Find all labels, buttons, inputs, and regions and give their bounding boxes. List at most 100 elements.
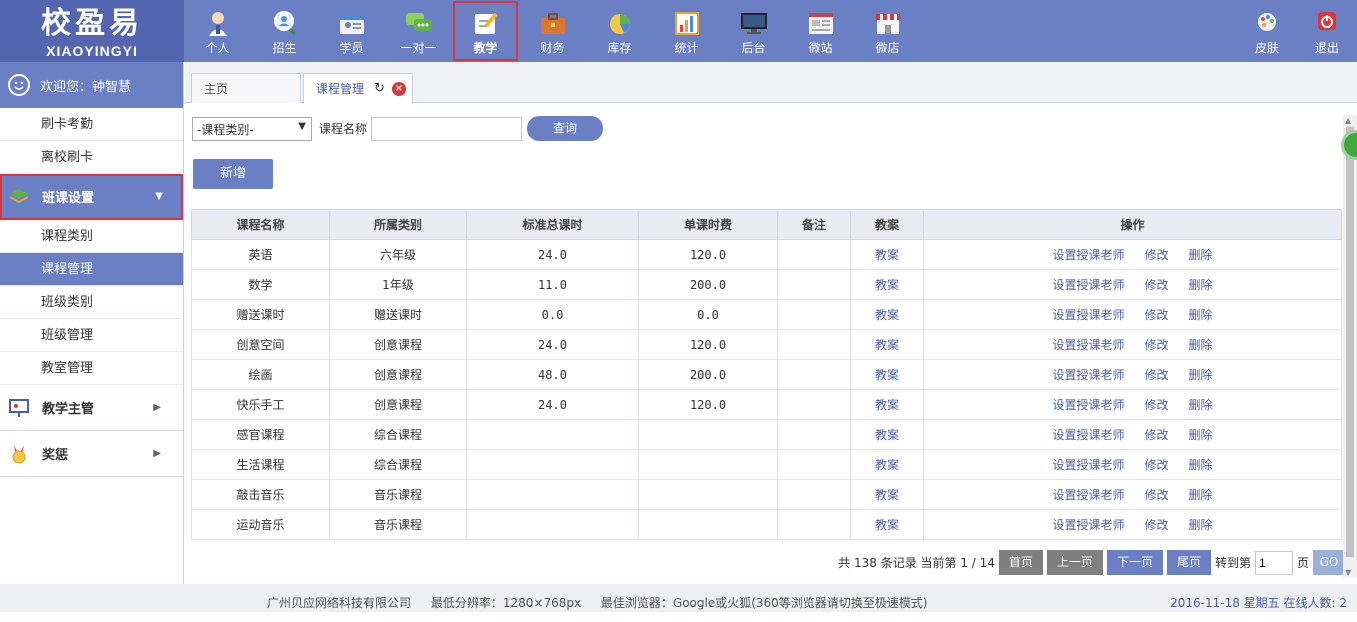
cell-operations: 设置授课老师 修改 删除: [923, 239, 1342, 270]
tab-home[interactable]: 主页: [191, 73, 301, 103]
footer-resolution: 最低分辨率：1280×768px: [430, 596, 582, 610]
lesson-plan-link[interactable]: 教案: [875, 458, 899, 472]
cell-total-hours: [466, 509, 639, 540]
tab-course-management[interactable]: 课程管理 ↻ ×: [303, 73, 413, 104]
smiley-icon: [8, 74, 30, 96]
set-teacher-link[interactable]: 设置授课老师: [1052, 338, 1124, 352]
nav-item-inventory[interactable]: 库存: [586, 0, 653, 62]
table-header-row: 课程名称 所属类别 标准总课时 单课时费 备注 教案 操作: [191, 209, 1342, 240]
set-teacher-link[interactable]: 设置授课老师: [1052, 368, 1124, 382]
sidebar-item-leave-card[interactable]: 离校刷卡: [0, 141, 183, 174]
set-teacher-link[interactable]: 设置授课老师: [1052, 458, 1124, 472]
delete-link[interactable]: 删除: [1189, 278, 1213, 292]
sidebar-item-course-category[interactable]: 课程类别: [0, 220, 183, 253]
delete-link[interactable]: 删除: [1189, 338, 1213, 352]
cell-lesson-plan: 教案: [850, 419, 924, 450]
set-teacher-link[interactable]: 设置授课老师: [1052, 398, 1124, 412]
nav-item-teaching[interactable]: 教学: [452, 0, 519, 62]
nav-item-finance[interactable]: 财务: [519, 0, 586, 62]
delete-link[interactable]: 删除: [1189, 398, 1213, 412]
edit-link[interactable]: 修改: [1144, 278, 1168, 292]
set-teacher-link[interactable]: 设置授课老师: [1052, 428, 1124, 442]
delete-link[interactable]: 删除: [1189, 308, 1213, 322]
palette-icon: [1258, 13, 1276, 31]
edit-link[interactable]: 修改: [1144, 488, 1168, 502]
scroll-up-icon[interactable]: ▲: [1345, 116, 1351, 125]
nav-item-backend[interactable]: 后台: [720, 0, 787, 62]
cell-course-name: 敲击音乐: [191, 479, 330, 510]
delete-link[interactable]: 删除: [1189, 368, 1213, 382]
delete-link[interactable]: 删除: [1189, 518, 1213, 532]
nav-item-one-on-one[interactable]: 一对一: [385, 0, 452, 62]
nav-label: 微站: [808, 41, 833, 55]
nav-item-statistics[interactable]: 统计: [653, 0, 720, 62]
first-page-button[interactable]: 首页: [998, 550, 1043, 575]
nav-item-students[interactable]: 学员: [318, 0, 385, 62]
set-teacher-link[interactable]: 设置授课老师: [1052, 518, 1124, 532]
delete-link[interactable]: 删除: [1189, 428, 1213, 442]
logout-button[interactable]: 退出: [1297, 0, 1357, 62]
lesson-plan-link[interactable]: 教案: [875, 428, 899, 442]
next-page-button[interactable]: 下一页: [1106, 550, 1163, 575]
briefcase-icon: [540, 13, 565, 34]
edit-link[interactable]: 修改: [1144, 458, 1168, 472]
sidebar-item-class-management[interactable]: 班级管理: [0, 319, 183, 352]
nav-label: 财务: [540, 41, 565, 55]
edit-link[interactable]: 修改: [1144, 368, 1168, 382]
pager-summary: 共 138 条记录 当前第 1 / 14: [838, 556, 995, 570]
edit-link[interactable]: 修改: [1144, 518, 1168, 532]
set-teacher-link[interactable]: 设置授课老师: [1052, 488, 1124, 502]
cell-operations: 设置授课老师 修改 删除: [923, 509, 1342, 540]
set-teacher-link[interactable]: 设置授课老师: [1052, 248, 1124, 262]
sidebar-group-teaching-supervisor[interactable]: 教学主管 ▶: [0, 385, 183, 431]
vertical-scrollbar[interactable]: ▲ ▼: [1343, 115, 1357, 578]
sidebar-item-card-attendance[interactable]: 刷卡考勤: [0, 108, 183, 141]
lesson-plan-link[interactable]: 教案: [875, 278, 899, 292]
delete-link[interactable]: 删除: [1189, 248, 1213, 262]
edit-link[interactable]: 修改: [1144, 428, 1168, 442]
lesson-plan-link[interactable]: 教案: [875, 338, 899, 352]
set-teacher-link[interactable]: 设置授课老师: [1052, 278, 1124, 292]
scroll-down-icon[interactable]: ▼: [1345, 568, 1351, 577]
query-button[interactable]: 查询: [527, 116, 604, 141]
refresh-icon[interactable]: ↻: [374, 81, 385, 96]
page-number-input[interactable]: [1254, 550, 1293, 575]
nav-item-personal[interactable]: 个人: [184, 0, 251, 62]
cell-operations: 设置授课老师 修改 删除: [923, 299, 1342, 330]
sidebar-group-class-settings[interactable]: 班课设置 ▼: [0, 174, 183, 220]
lesson-plan-link[interactable]: 教案: [875, 248, 899, 262]
sidebar-group-rewards[interactable]: 奖惩 ▶: [0, 431, 183, 477]
skin-button[interactable]: 皮肤: [1237, 0, 1297, 62]
sidebar-item-class-category[interactable]: 班级类别: [0, 286, 183, 319]
delete-link[interactable]: 删除: [1189, 458, 1213, 472]
edit-link[interactable]: 修改: [1144, 338, 1168, 352]
lesson-plan-link[interactable]: 教案: [875, 518, 899, 532]
sidebar-item-classroom-management[interactable]: 教室管理: [0, 352, 183, 385]
nav-item-microshop[interactable]: 微店: [854, 0, 921, 62]
pie-icon: [609, 14, 630, 34]
set-teacher-link[interactable]: 设置授课老师: [1052, 308, 1124, 322]
go-button[interactable]: GO: [1313, 550, 1345, 575]
last-page-button[interactable]: 尾页: [1166, 550, 1211, 575]
course-category-select[interactable]: -课程类别- ▼: [192, 116, 312, 141]
cell-note: [777, 449, 851, 480]
table-row: 生活课程 综合课程 教案 设置授课老师 修改 删除: [191, 449, 1342, 480]
lesson-plan-link[interactable]: 教案: [875, 488, 899, 502]
edit-link[interactable]: 修改: [1144, 308, 1168, 322]
delete-link[interactable]: 删除: [1189, 488, 1213, 502]
cell-lesson-plan: 教案: [850, 389, 924, 420]
sidebar-item-course-management[interactable]: 课程管理: [0, 253, 183, 286]
table-row: 快乐手工 创意课程 24.0 120.0 教案 设置授课老师 修改 删除: [191, 389, 1342, 420]
scrollbar-thumb[interactable]: [1346, 127, 1354, 557]
lesson-plan-link[interactable]: 教案: [875, 398, 899, 412]
prev-page-button[interactable]: 上一页: [1046, 550, 1103, 575]
edit-link[interactable]: 修改: [1144, 398, 1168, 412]
lesson-plan-link[interactable]: 教案: [875, 368, 899, 382]
add-button[interactable]: 新增: [193, 159, 273, 189]
close-icon[interactable]: ×: [392, 82, 406, 96]
nav-item-microsite[interactable]: 微站: [787, 0, 854, 62]
lesson-plan-link[interactable]: 教案: [875, 308, 899, 322]
edit-link[interactable]: 修改: [1144, 248, 1168, 262]
nav-item-enroll[interactable]: 招生: [251, 0, 318, 62]
course-name-input[interactable]: [371, 116, 523, 141]
